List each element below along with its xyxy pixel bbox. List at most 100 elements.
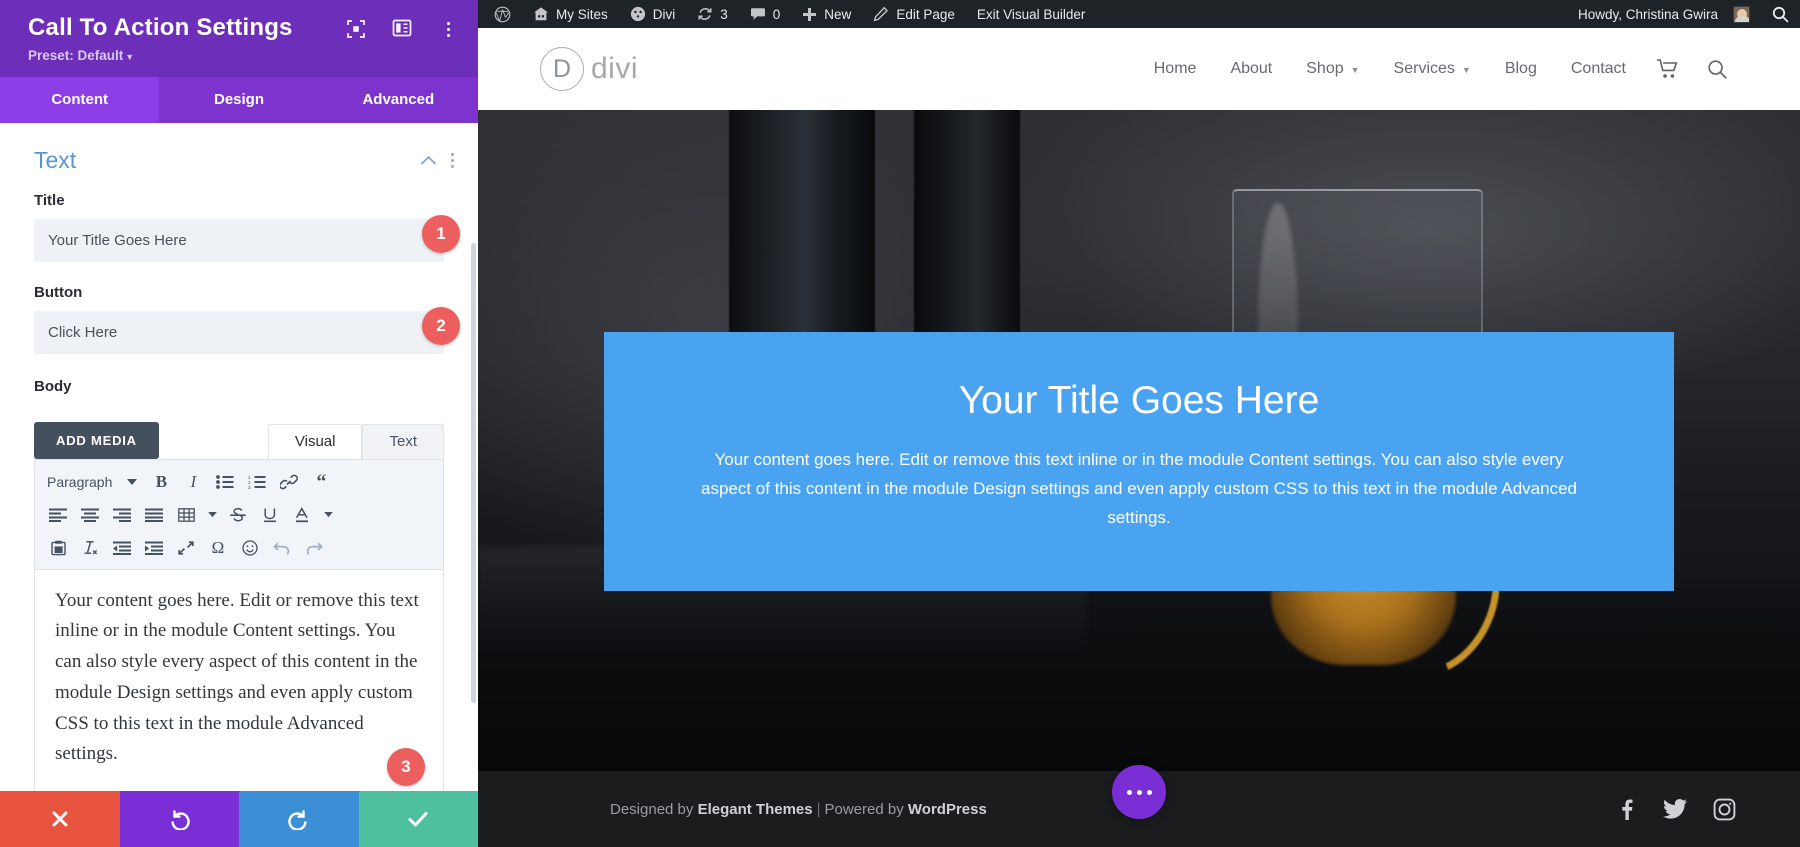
undo-icon: [171, 810, 190, 830]
facebook-icon[interactable]: [1615, 798, 1637, 820]
adminbar-item-updates[interactable]: 3: [686, 0, 739, 28]
strikethrough-icon[interactable]: [223, 501, 253, 530]
adminbar-greeting: Howdy, Christina Gwira: [1577, 6, 1718, 22]
chevron-down-icon: ▼: [125, 51, 135, 62]
blockquote-icon[interactable]: “: [306, 468, 336, 497]
plus-icon: [802, 7, 817, 22]
adminbar-item-search[interactable]: [1761, 0, 1800, 28]
undo-button[interactable]: [119, 791, 239, 847]
layout-panel-icon[interactable]: [392, 19, 412, 39]
chevron-down-icon: ▼: [1350, 65, 1360, 75]
nav-item-blog[interactable]: Blog: [1488, 60, 1554, 78]
shopping-cart-icon[interactable]: [1643, 59, 1693, 79]
nav-item-about[interactable]: About: [1213, 60, 1289, 78]
field-body: Body: [0, 354, 478, 395]
numbered-list-icon[interactable]: 1 2 3: [242, 468, 272, 497]
chevron-down-icon[interactable]: [120, 468, 144, 497]
body-editor-content[interactable]: Your content goes here. Edit or remove t…: [34, 568, 444, 791]
nav-label-blog: Blog: [1504, 60, 1537, 77]
chevron-up-icon[interactable]: [420, 152, 437, 169]
site-logo[interactable]: D divi: [540, 47, 638, 91]
redo-icon[interactable]: [299, 534, 329, 563]
footer-brand-wordpress[interactable]: WordPress: [908, 801, 987, 818]
panel-body: Text Title 1 Button: [0, 122, 478, 791]
cancel-button[interactable]: [0, 791, 120, 847]
format-select[interactable]: Paragraph: [43, 468, 118, 497]
preset-selector[interactable]: Preset: Default ▼: [28, 48, 134, 63]
panel-action-bar: [0, 791, 478, 847]
site-footer: Designed by Elegant Themes | Powered by Wo…: [478, 765, 1800, 847]
bold-icon[interactable]: B: [146, 468, 176, 497]
adminbar-label-exit-visual-builder: Exit Visual Builder: [976, 6, 1086, 22]
adminbar-item-edit-page[interactable]: Edit Page: [862, 0, 966, 28]
check-icon: [408, 812, 428, 827]
tab-content[interactable]: Content: [0, 76, 160, 123]
text-color-icon[interactable]: [287, 501, 317, 530]
title-input[interactable]: [34, 218, 444, 262]
outdent-icon[interactable]: [107, 534, 137, 563]
adminbar-item-exit-visual-builder[interactable]: Exit Visual Builder: [966, 0, 1097, 28]
adminbar-item-my-sites[interactable]: My Sites: [522, 0, 619, 28]
footer-credits: Designed by Elegant Themes | Powered by Wo…: [610, 801, 987, 818]
text-color-chevron-down-icon[interactable]: [319, 501, 337, 530]
adminbar-item-comments[interactable]: 0: [739, 0, 792, 28]
focus-icon[interactable]: [346, 19, 366, 39]
save-button[interactable]: [358, 791, 478, 847]
redo-button[interactable]: [239, 791, 359, 847]
builder-menu-fab[interactable]: [1112, 765, 1166, 819]
chevron-down-icon: ▼: [1461, 65, 1471, 75]
section-more-options-icon[interactable]: [451, 152, 454, 168]
underline-icon[interactable]: [255, 501, 285, 530]
editor-tab-visual[interactable]: Visual: [267, 423, 363, 459]
undo-icon[interactable]: [267, 534, 297, 563]
module-settings-panel: Call To Action Settings Preset: Default …: [0, 0, 478, 847]
call-to-action-module[interactable]: Your Title Goes Here Your content goes h…: [604, 332, 1674, 591]
nav-item-shop[interactable]: Shop ▼: [1289, 60, 1376, 78]
cta-title: Your Title Goes Here: [958, 379, 1320, 422]
adminbar-item-account[interactable]: Howdy, Christina Gwira: [1567, 0, 1761, 28]
align-left-icon[interactable]: [43, 501, 73, 530]
fullscreen-icon[interactable]: [171, 534, 201, 563]
field-label-button: Button: [34, 283, 83, 301]
italic-icon[interactable]: I: [178, 468, 208, 497]
special-character-icon[interactable]: Ω: [203, 534, 233, 563]
page-preview: My Sites Divi 3 0 New Edit Page Exit Vis…: [478, 0, 1800, 847]
table-icon[interactable]: [171, 501, 201, 530]
add-media-button[interactable]: ADD MEDIA: [34, 421, 159, 459]
wp-admin-bar: My Sites Divi 3 0 New Edit Page Exit Vis…: [478, 0, 1800, 28]
align-right-icon[interactable]: [107, 501, 137, 530]
section-title: Text: [34, 146, 77, 173]
footer-designed-by: Designed by: [610, 800, 694, 818]
align-center-icon[interactable]: [75, 501, 105, 530]
redo-icon: [288, 810, 307, 830]
nav-item-home[interactable]: Home: [1137, 60, 1214, 78]
editor-tab-text[interactable]: Text: [362, 423, 444, 459]
panel-scrollbar[interactable]: [471, 242, 476, 703]
table-chevron-down-icon[interactable]: [203, 501, 221, 530]
field-label-title: Title: [34, 191, 65, 209]
instagram-icon[interactable]: [1713, 798, 1736, 821]
divi-dashboard-icon: [630, 6, 646, 22]
tab-design[interactable]: Design: [159, 76, 319, 123]
section-header-text[interactable]: Text: [0, 123, 478, 184]
tab-advanced[interactable]: Advanced: [318, 76, 478, 123]
footer-brand-elegant-themes[interactable]: Elegant Themes: [698, 801, 813, 818]
twitter-icon[interactable]: [1663, 798, 1687, 820]
search-icon[interactable]: [1693, 59, 1742, 80]
emoji-icon[interactable]: [235, 534, 265, 563]
align-justify-icon[interactable]: [139, 501, 169, 530]
bulleted-list-icon[interactable]: [210, 468, 240, 497]
clear-formatting-icon[interactable]: [75, 534, 105, 563]
comments-icon: [750, 6, 766, 22]
adminbar-item-divi[interactable]: Divi: [619, 0, 687, 28]
adminbar-item-wordpress[interactable]: [478, 0, 522, 28]
indent-icon[interactable]: [139, 534, 169, 563]
paste-as-text-icon[interactable]: T: [43, 534, 73, 563]
more-options-icon[interactable]: [438, 21, 458, 37]
body-editor-paragraph: Your content goes here. Edit or remove t…: [55, 589, 419, 765]
adminbar-item-new[interactable]: New: [791, 0, 862, 28]
nav-item-contact[interactable]: Contact: [1554, 60, 1643, 78]
button-input[interactable]: [34, 310, 444, 354]
link-icon[interactable]: [274, 468, 304, 497]
nav-item-services[interactable]: Services ▼: [1377, 60, 1488, 78]
